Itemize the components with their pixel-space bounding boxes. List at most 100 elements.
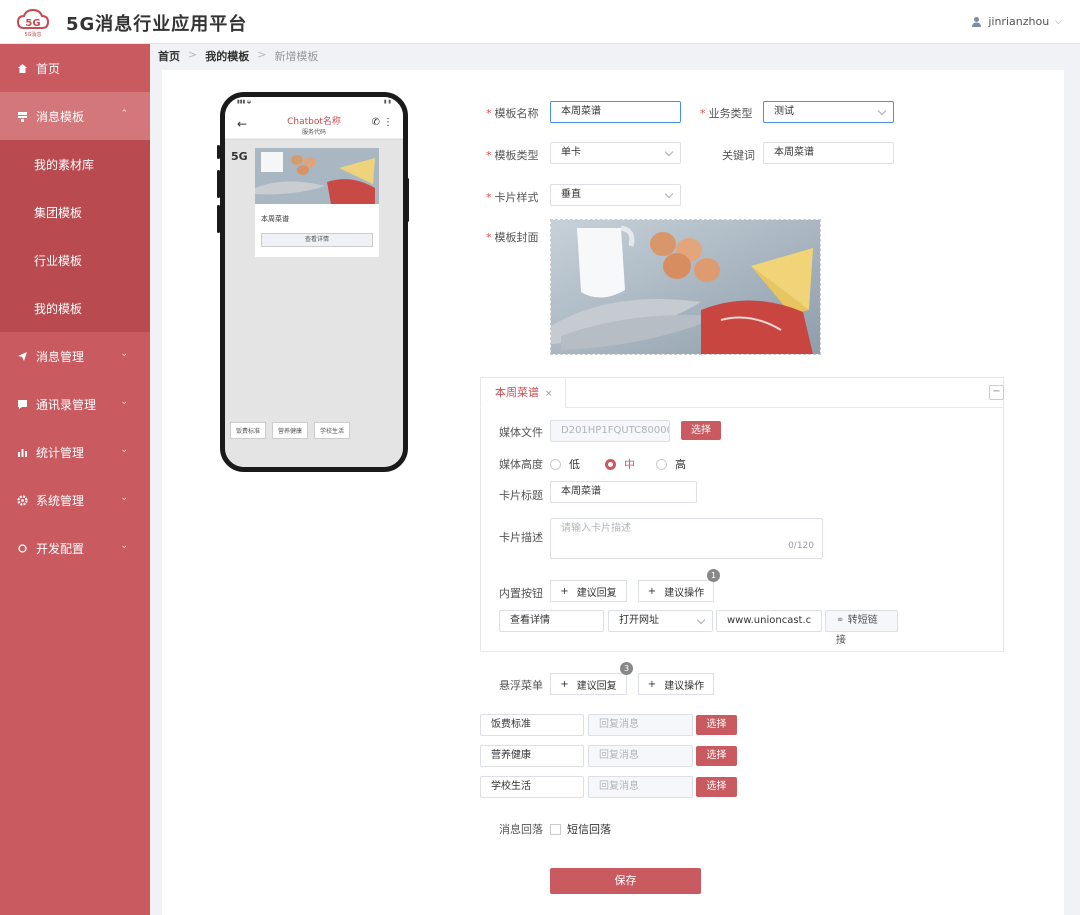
- card-title-input[interactable]: 本周菜谱: [550, 481, 697, 503]
- float-item-reply[interactable]: 回复消息: [588, 714, 693, 736]
- svg-text:5G消息: 5G消息: [24, 31, 41, 38]
- add-suggest-reply-button[interactable]: + 建议回复: [550, 580, 627, 602]
- sidebar-sub-material[interactable]: 我的素材库: [0, 140, 150, 188]
- height-low-radio[interactable]: 低: [550, 456, 580, 472]
- user-icon: [972, 17, 982, 27]
- chevron-down-icon: ⌄: [120, 493, 128, 503]
- card-desc-textarea[interactable]: 请输入卡片描述 0/120: [550, 518, 823, 559]
- phone-chip[interactable]: 学校生活: [314, 422, 351, 439]
- chevron-down-icon: [696, 615, 706, 625]
- float-add-reply-button[interactable]: + 建议回复: [550, 673, 627, 695]
- template-icon: [16, 110, 28, 122]
- height-mid-radio[interactable]: 中: [605, 456, 635, 472]
- media-height-label: 媒体高度: [499, 458, 543, 471]
- sidebar-item-dev[interactable]: 开发配置 ⌄: [0, 524, 150, 572]
- sidebar-item-home[interactable]: 首页: [0, 44, 150, 92]
- sms-fallback-checkbox[interactable]: 短信回落: [550, 821, 611, 837]
- sidebar-sub-mine[interactable]: 我的模板: [0, 284, 150, 332]
- plus-icon: +: [647, 585, 657, 597]
- float-add-action-button[interactable]: + 建议操作: [638, 673, 714, 695]
- fallback-label: 消息回落: [499, 823, 543, 836]
- user-menu[interactable]: jinrianzhou ⌵: [971, 15, 1062, 28]
- username: jinrianzhou: [988, 15, 1050, 28]
- media-file-label: 媒体文件: [499, 426, 543, 439]
- button-name-input[interactable]: 查看详情: [499, 610, 604, 632]
- app-logo: 5G 5G消息: [16, 6, 50, 40]
- biz-type-label: * 业务类型: [700, 107, 753, 120]
- chevron-down-icon: [664, 189, 674, 199]
- phone-preview: ▮▮▮ ◒ ▮ ▮ ← Chatbot名称 服务代码 ✆ ⋮ 5G 本周菜谱 查看…: [220, 92, 408, 472]
- sidebar-sub-group[interactable]: 集团模板: [0, 188, 150, 236]
- card-cover-thumbnail: [255, 148, 379, 204]
- breadcrumb-my-templates[interactable]: 我的模板: [205, 48, 249, 64]
- template-name-label: * 模板名称: [486, 107, 539, 120]
- height-high-radio[interactable]: 高: [656, 456, 686, 472]
- builtin-buttons-label: 内置按钮: [499, 587, 543, 600]
- template-type-select[interactable]: 单卡: [550, 142, 681, 164]
- add-suggest-action-button[interactable]: + 建议操作: [638, 580, 714, 602]
- chevron-down-icon: ⌄: [120, 349, 128, 359]
- phone-nav-bar: ← Chatbot名称 服务代码 ✆ ⋮: [225, 111, 403, 139]
- biz-type-select[interactable]: 测试: [763, 101, 894, 123]
- home-icon: [16, 62, 28, 74]
- phone-chat-body: 5G 本周菜谱 查看详情 饭费标准 营养健康 学校生活: [225, 140, 403, 467]
- sidebar-item-messages[interactable]: 消息管理 ⌄: [0, 332, 150, 380]
- phone-call-icon: ✆ ⋮: [371, 117, 393, 128]
- float-item-name[interactable]: 饭费标准: [480, 714, 584, 736]
- plus-icon: +: [560, 678, 569, 690]
- cover-image-upload[interactable]: [550, 219, 821, 355]
- chart-icon: [16, 446, 28, 458]
- back-arrow-icon: ←: [237, 117, 248, 131]
- float-item-reply[interactable]: 回复消息: [588, 776, 693, 798]
- media-file-input: D201HP1FQUTC80000: [550, 420, 670, 442]
- keyword-input[interactable]: 本周菜谱: [763, 142, 894, 164]
- count-badge: 3: [620, 662, 633, 675]
- top-header: 5G 5G消息 5G消息行业应用平台 jinrianzhou ⌵: [0, 0, 1080, 44]
- media-select-button[interactable]: 选择: [681, 421, 721, 440]
- close-icon[interactable]: ×: [545, 389, 553, 399]
- chevron-down-icon: ⌄: [120, 541, 128, 551]
- chevron-down-icon: ⌄: [120, 397, 128, 407]
- card-desc-label: 卡片描述: [499, 531, 543, 544]
- chevron-down-icon: ⌵: [1055, 16, 1062, 27]
- collapse-button[interactable]: −: [989, 385, 1004, 400]
- breadcrumb: 首页 > 我的模板 > 新增模板: [158, 48, 319, 64]
- float-select-button[interactable]: 选择: [696, 715, 737, 735]
- card-style-select[interactable]: 垂直: [550, 184, 681, 206]
- template-type-label: * 模板类型: [486, 149, 539, 162]
- plus-icon: +: [647, 678, 657, 690]
- send-icon: [16, 350, 28, 362]
- floating-menu-label: 悬浮菜单: [499, 679, 543, 692]
- sidebar-item-stats[interactable]: 统计管理 ⌄: [0, 428, 150, 476]
- float-item-reply[interactable]: 回复消息: [588, 745, 693, 767]
- app-title: 5G消息行业应用平台: [66, 14, 248, 35]
- phone-chip[interactable]: 营养健康: [272, 422, 309, 439]
- chat-icon: [16, 398, 28, 410]
- sidebar-item-contacts[interactable]: 通讯录管理 ⌄: [0, 380, 150, 428]
- chevron-down-icon: [664, 147, 674, 157]
- card-detail-button[interactable]: 查看详情: [261, 233, 373, 247]
- save-button[interactable]: 保存: [550, 868, 701, 894]
- sidebar-item-templates[interactable]: 消息模板 ⌃: [0, 92, 150, 140]
- gear-icon: [16, 494, 28, 506]
- float-select-button[interactable]: 选择: [696, 746, 737, 766]
- button-action-select[interactable]: 打开网址: [608, 610, 713, 632]
- float-item-name[interactable]: 营养健康: [480, 745, 584, 767]
- phone-chip[interactable]: 饭费标准: [230, 422, 267, 439]
- phone-status-bar: ▮▮▮ ◒ ▮ ▮: [225, 97, 403, 111]
- float-item-name[interactable]: 学校生活: [480, 776, 584, 798]
- tab-card[interactable]: 本周菜谱 ×: [480, 377, 566, 408]
- button-url-input[interactable]: www.unioncast.c: [716, 610, 822, 632]
- svg-text:5G: 5G: [25, 18, 40, 29]
- sidebar-item-system[interactable]: 系统管理 ⌄: [0, 476, 150, 524]
- phone-chips: 饭费标准 营养健康 学校生活: [230, 422, 351, 439]
- char-counter: 0/120: [788, 541, 814, 551]
- short-link-button[interactable]: ⚭ 转短链接: [825, 610, 898, 646]
- template-name-input[interactable]: 本周菜谱: [550, 101, 681, 123]
- card-title-label: 卡片标题: [499, 489, 543, 502]
- count-badge: 1: [707, 569, 720, 582]
- breadcrumb-home[interactable]: 首页: [158, 48, 180, 64]
- breadcrumb-current: 新增模板: [274, 50, 319, 63]
- float-select-button[interactable]: 选择: [696, 777, 737, 797]
- sidebar-sub-industry[interactable]: 行业模板: [0, 236, 150, 284]
